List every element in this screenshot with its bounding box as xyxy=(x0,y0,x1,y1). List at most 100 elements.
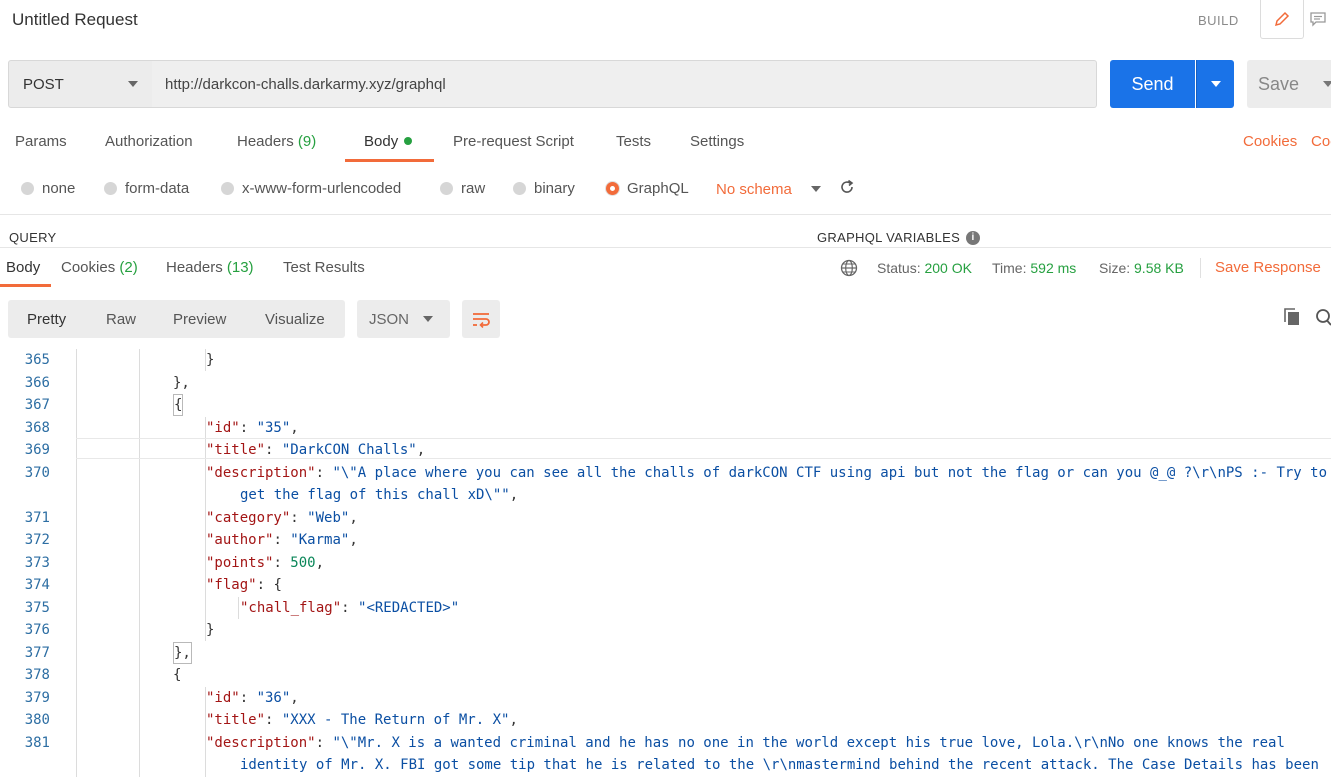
method-select[interactable]: POST xyxy=(8,60,153,108)
line-number: 378 xyxy=(24,667,50,683)
divider[interactable] xyxy=(0,247,1331,248)
response-tab-body[interactable]: Body xyxy=(6,259,40,276)
chevron-down-icon[interactable] xyxy=(811,186,821,192)
response-tab-cookies[interactable]: Cookies (2) xyxy=(61,259,138,276)
search-icon xyxy=(1316,309,1331,326)
line-number: 372 xyxy=(24,532,50,548)
radio-urlencoded-label: x-www-form-urlencoded xyxy=(242,180,402,197)
json-string: "35" xyxy=(256,419,291,436)
comment-icon xyxy=(1310,12,1326,27)
radio-binary-label: binary xyxy=(534,180,575,197)
save-button[interactable]: Save xyxy=(1247,60,1331,108)
network-info-button[interactable] xyxy=(840,259,858,282)
size-label: Size: xyxy=(1099,260,1131,276)
view-raw-button[interactable]: Raw xyxy=(106,311,136,328)
save-response-button[interactable]: Save Response xyxy=(1215,259,1321,276)
code-line: 381 "description": "\"Mr. X is a wanted … xyxy=(0,732,1331,755)
tab-tests[interactable]: Tests xyxy=(616,133,651,150)
save-label: Save xyxy=(1258,73,1300,94)
json-string: identity of Mr. X. FBI got some tip that… xyxy=(240,757,1319,773)
line-text: } xyxy=(206,622,215,638)
tab-headers-count: (9) xyxy=(297,133,317,150)
chevron-down-icon xyxy=(1323,81,1331,87)
view-pretty-button[interactable]: Pretty xyxy=(27,311,66,328)
tab-settings[interactable]: Settings xyxy=(690,133,744,150)
build-mode-label[interactable]: BUILD xyxy=(1198,13,1239,28)
tab-authorization[interactable]: Authorization xyxy=(105,133,193,150)
json-punct: , xyxy=(509,712,518,728)
tab-headers[interactable]: Headers (9) xyxy=(237,133,316,150)
json-key: "description" xyxy=(206,464,316,481)
request-title[interactable]: Untitled Request xyxy=(12,10,138,30)
json-string: "36" xyxy=(256,689,291,706)
graphql-variables-text: GRAPHQL VARIABLES xyxy=(817,230,961,245)
format-label: JSON xyxy=(369,310,410,328)
edit-button[interactable] xyxy=(1260,0,1304,39)
radio-graphql[interactable]: GraphQL xyxy=(606,180,689,197)
code-link[interactable]: Coo xyxy=(1311,133,1331,150)
radio-circle-icon xyxy=(21,182,34,195)
copy-icon xyxy=(1284,308,1299,325)
code-line: 372 "author": "Karma", xyxy=(0,529,1331,552)
json-string: "Web" xyxy=(307,509,350,526)
line-number: 366 xyxy=(24,374,50,391)
refresh-schema-button[interactable] xyxy=(838,178,856,201)
line-number: 377 xyxy=(24,644,50,661)
line-number: 376 xyxy=(24,622,50,638)
view-visualize-button[interactable]: Visualize xyxy=(265,311,325,328)
code-line-wrap: get the flag of this chall xD\"", xyxy=(0,484,1331,507)
code-line: 375 "chall_flag": "<REDACTED>" xyxy=(0,597,1331,620)
chevron-down-icon xyxy=(423,316,433,322)
tab-body-label: Body xyxy=(364,133,399,150)
schema-select[interactable]: No schema xyxy=(716,181,792,198)
cookies-link[interactable]: Cookies xyxy=(1243,133,1297,150)
time-info[interactable]: Time: 592 ms xyxy=(992,260,1076,276)
code-line: 378 { xyxy=(0,664,1331,687)
format-select[interactable]: JSON xyxy=(357,300,450,338)
send-options-button[interactable] xyxy=(1196,60,1234,108)
url-input[interactable]: http://darkcon-challs.darkarmy.xyz/graph… xyxy=(152,60,1097,108)
response-tab-test-results[interactable]: Test Results xyxy=(283,259,365,276)
wrap-lines-button[interactable] xyxy=(462,300,500,338)
line-text: { xyxy=(173,394,184,416)
radio-form-data-label: form-data xyxy=(125,180,190,197)
radio-form-data[interactable]: form-data xyxy=(104,180,189,197)
json-string: "XXX - The Return of Mr. X" xyxy=(281,712,510,728)
radio-binary[interactable]: binary xyxy=(513,180,575,197)
tab-body[interactable]: Body xyxy=(364,133,413,150)
info-icon[interactable]: i xyxy=(966,230,981,245)
tab-params[interactable]: Params xyxy=(15,133,67,150)
size-info[interactable]: Size: 9.58 KB xyxy=(1099,260,1184,276)
line-number: 368 xyxy=(24,419,50,436)
time-label: Time: xyxy=(992,260,1027,276)
response-tab-headers[interactable]: Headers (13) xyxy=(166,259,254,276)
radio-selected-icon xyxy=(606,182,619,195)
response-tab-headers-count: (13) xyxy=(226,259,254,276)
divider xyxy=(0,214,1331,215)
status-info[interactable]: Status: 200 OK xyxy=(877,260,972,276)
radio-none[interactable]: none xyxy=(21,180,75,197)
code-line: 366 }, xyxy=(0,372,1331,395)
size-value: 9.58 KB xyxy=(1134,260,1184,276)
search-button[interactable] xyxy=(1314,307,1331,332)
send-button[interactable]: Send xyxy=(1110,60,1195,108)
json-number: 500 xyxy=(290,554,316,571)
view-preview-button[interactable]: Preview xyxy=(173,311,226,328)
code-line: 367 { xyxy=(0,394,1331,417)
comments-button[interactable] xyxy=(1305,0,1331,38)
json-key: "title" xyxy=(206,712,266,728)
json-key: "id" xyxy=(206,419,240,436)
chevron-down-icon xyxy=(1211,81,1221,87)
response-body-editor[interactable]: 365 } 366 }, 367 { 368 "id": "35", 369 "… xyxy=(0,349,1331,777)
radio-raw[interactable]: raw xyxy=(440,180,485,197)
json-string: "Karma" xyxy=(290,532,350,548)
json-punct: , xyxy=(349,509,358,526)
code-line: 365 } xyxy=(0,349,1331,372)
tab-prerequest-script[interactable]: Pre-request Script xyxy=(453,133,574,150)
json-key: "id" xyxy=(206,689,240,706)
query-label: QUERY xyxy=(9,230,57,245)
json-key: "category" xyxy=(206,509,291,526)
copy-button[interactable] xyxy=(1282,307,1302,332)
line-text: { xyxy=(173,667,182,683)
radio-urlencoded[interactable]: x-www-form-urlencoded xyxy=(221,180,401,197)
